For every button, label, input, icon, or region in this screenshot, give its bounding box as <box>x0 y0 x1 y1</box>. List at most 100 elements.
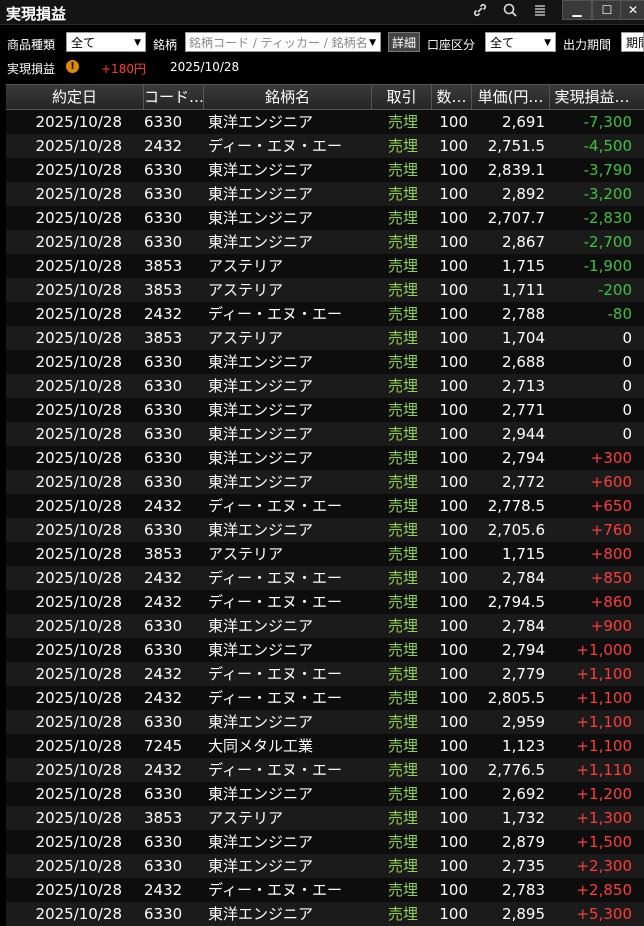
header-quantity[interactable]: 数… <box>432 85 472 109</box>
table-row[interactable]: 2025/10/28 6330 東洋エンジニア 売埋 100 2,839.1 -3,790 <box>6 158 644 182</box>
detail-button[interactable]: 詳細 <box>388 32 421 52</box>
table-row[interactable]: 2025/10/28 6330 東洋エンジニア 売埋 100 2,784 +900 <box>6 614 644 638</box>
cell-trade-date: 2025/10/28 <box>35 881 122 899</box>
cell-trade-date: 2025/10/28 <box>35 377 122 395</box>
cell-trade: 売埋 <box>388 713 419 731</box>
maximize-button[interactable]: ☐ <box>592 0 622 20</box>
cell-name: 東洋エンジニア <box>208 449 314 467</box>
cell-trade: 売埋 <box>388 569 419 587</box>
cell-price: 2,892 <box>502 185 545 203</box>
cell-name: アステリア <box>208 329 284 347</box>
close-button[interactable]: ✕ <box>620 0 644 20</box>
cell-name: 大同メタル工業 <box>208 737 314 755</box>
warning-icon[interactable]: ! <box>66 60 79 73</box>
cell-quantity: 100 <box>439 545 468 563</box>
cell-realized-pl: 0 <box>622 401 632 419</box>
link-icon[interactable] <box>470 2 490 22</box>
period-value: 期間 <box>626 36 643 50</box>
cell-price: 2,735 <box>502 857 545 875</box>
cell-code: 3853 <box>144 257 183 275</box>
table-row[interactable]: 2025/10/28 6330 東洋エンジニア 売埋 100 2,713 0 <box>6 374 644 398</box>
menu-icon[interactable] <box>530 2 550 22</box>
table-row[interactable]: 2025/10/28 2432 ディー・エヌ・エー 売埋 100 2,751.5 -4,50… <box>6 134 644 158</box>
table-row[interactable]: 2025/10/28 6330 東洋エンジニア 売埋 100 2,879 +1,500 <box>6 830 644 854</box>
cell-trade-date: 2025/10/28 <box>35 785 122 803</box>
cell-trade: 売埋 <box>388 809 419 827</box>
cell-trade: 売埋 <box>388 641 419 659</box>
table-row[interactable]: 2025/10/28 2432 ディー・エヌ・エー 売埋 100 2,784 +850 <box>6 566 644 590</box>
period-select[interactable]: 期間 <box>621 32 644 52</box>
cell-trade-date: 2025/10/28 <box>35 713 122 731</box>
table-row[interactable]: 2025/10/28 3853 アステリア 売埋 100 1,732 +1,300 <box>6 806 644 830</box>
table-row[interactable]: 2025/10/28 2432 ディー・エヌ・エー 売埋 100 2,776.5 +1,11… <box>6 758 644 782</box>
header-name[interactable]: 銘柄名 <box>204 85 372 109</box>
cell-code: 6330 <box>144 521 183 539</box>
cell-code: 6330 <box>144 785 183 803</box>
cell-price: 2,794 <box>502 449 545 467</box>
cell-price: 2,879 <box>502 833 545 851</box>
cell-quantity: 100 <box>439 257 468 275</box>
header-trade[interactable]: 取引 <box>372 85 432 109</box>
cell-price: 2,794 <box>502 641 545 659</box>
filter-toolbar: 商品種類 全て ▼ 銘柄 銘柄コード / ティッカー / 銘柄名 ▼ 詳細 口座… <box>0 28 644 56</box>
cell-name: アステリア <box>208 809 284 827</box>
table-row[interactable]: 2025/10/28 6330 東洋エンジニア 売埋 100 2,959 +1,100 <box>6 710 644 734</box>
cell-trade-date: 2025/10/28 <box>35 497 122 515</box>
product-type-select[interactable]: 全て ▼ <box>66 32 146 52</box>
cell-name: 東洋エンジニア <box>208 233 314 251</box>
cell-trade-date: 2025/10/28 <box>35 281 122 299</box>
table-row[interactable]: 2025/10/28 6330 東洋エンジニア 売埋 100 2,688 0 <box>6 350 644 374</box>
cell-price: 2,772 <box>502 473 545 491</box>
cell-trade-date: 2025/10/28 <box>35 665 122 683</box>
table-row[interactable]: 2025/10/28 7245 大同メタル工業 売埋 100 1,123 +1,100 <box>6 734 644 758</box>
minimize-button[interactable]: ▁ <box>562 0 592 20</box>
table-row[interactable]: 2025/10/28 6330 東洋エンジニア 売埋 100 2,691 -7,300 <box>6 110 644 134</box>
cell-trade: 売埋 <box>388 113 419 131</box>
cell-code: 6330 <box>144 233 183 251</box>
table-row[interactable]: 2025/10/28 2432 ディー・エヌ・エー 売埋 100 2,783 +2,850 <box>6 878 644 902</box>
cell-price: 2,895 <box>502 905 545 923</box>
header-code[interactable]: コード… <box>144 85 204 109</box>
cell-price: 2,771 <box>502 401 545 419</box>
header-trade-date[interactable]: 約定日 <box>6 85 144 109</box>
table-row[interactable]: 2025/10/28 3853 アステリア 売埋 100 1,711 -200 <box>6 278 644 302</box>
cell-realized-pl: +1,500 <box>576 833 632 851</box>
table-row[interactable]: 2025/10/28 6330 東洋エンジニア 売埋 100 2,692 +1,200 <box>6 782 644 806</box>
table-row[interactable]: 2025/10/28 2432 ディー・エヌ・エー 売埋 100 2,779 +1,100 <box>6 662 644 686</box>
table-row[interactable]: 2025/10/28 6330 東洋エンジニア 売埋 100 2,705.6 +760 <box>6 518 644 542</box>
table-row[interactable]: 2025/10/28 3853 アステリア 売埋 100 1,715 +800 <box>6 542 644 566</box>
table-row[interactable]: 2025/10/28 2432 ディー・エヌ・エー 売埋 100 2,805.5 +1,10… <box>6 686 644 710</box>
table-row[interactable]: 2025/10/28 6330 東洋エンジニア 売埋 100 2,771 0 <box>6 398 644 422</box>
cell-code: 2432 <box>144 881 183 899</box>
cell-quantity: 100 <box>439 833 468 851</box>
table-row[interactable]: 2025/10/28 2432 ディー・エヌ・エー 売埋 100 2,778.5 +650 <box>6 494 644 518</box>
table-row[interactable]: 2025/10/28 6330 東洋エンジニア 売埋 100 2,707.7 -2,830 <box>6 206 644 230</box>
table-row[interactable]: 2025/10/28 6330 東洋エンジニア 売埋 100 2,772 +600 <box>6 470 644 494</box>
table-row[interactable]: 2025/10/28 6330 東洋エンジニア 売埋 100 2,895 +5,300 <box>6 902 644 926</box>
cell-realized-pl: -2,700 <box>583 233 632 251</box>
table-row[interactable]: 2025/10/28 2432 ディー・エヌ・エー 売埋 100 2,794.5 +860 <box>6 590 644 614</box>
search-icon[interactable] <box>500 2 520 22</box>
cell-code: 3853 <box>144 545 183 563</box>
cell-quantity: 100 <box>439 857 468 875</box>
table-row[interactable]: 2025/10/28 6330 東洋エンジニア 売埋 100 2,735 +2,300 <box>6 854 644 878</box>
table-row[interactable]: 2025/10/28 6330 東洋エンジニア 売埋 100 2,867 -2,700 <box>6 230 644 254</box>
cell-realized-pl: +2,300 <box>576 857 632 875</box>
chevron-down-icon: ▼ <box>544 38 551 48</box>
cell-realized-pl: -4,500 <box>583 137 632 155</box>
table-row[interactable]: 2025/10/28 6330 東洋エンジニア 売埋 100 2,794 +1,000 <box>6 638 644 662</box>
header-price[interactable]: 単価(円… <box>472 85 550 109</box>
cell-realized-pl: +1,100 <box>576 689 632 707</box>
table-row[interactable]: 2025/10/28 2432 ディー・エヌ・エー 売埋 100 2,788 -80 <box>6 302 644 326</box>
symbol-search-input[interactable]: 銘柄コード / ティッカー / 銘柄名 ▼ <box>185 32 381 52</box>
table-row[interactable]: 2025/10/28 3853 アステリア 売埋 100 1,704 0 <box>6 326 644 350</box>
cell-code: 6330 <box>144 473 183 491</box>
table-row[interactable]: 2025/10/28 6330 東洋エンジニア 売埋 100 2,892 -3,200 <box>6 182 644 206</box>
table-row[interactable]: 2025/10/28 6330 東洋エンジニア 売埋 100 2,944 0 <box>6 422 644 446</box>
cell-name: ディー・エヌ・エー <box>208 665 342 683</box>
table-row[interactable]: 2025/10/28 3853 アステリア 売埋 100 1,715 -1,900 <box>6 254 644 278</box>
table-row[interactable]: 2025/10/28 6330 東洋エンジニア 売埋 100 2,794 +300 <box>6 446 644 470</box>
cell-price: 2,867 <box>502 233 545 251</box>
header-realized-pl[interactable]: 実現損益… <box>550 85 634 109</box>
account-select[interactable]: 全て ▼ <box>485 32 556 52</box>
